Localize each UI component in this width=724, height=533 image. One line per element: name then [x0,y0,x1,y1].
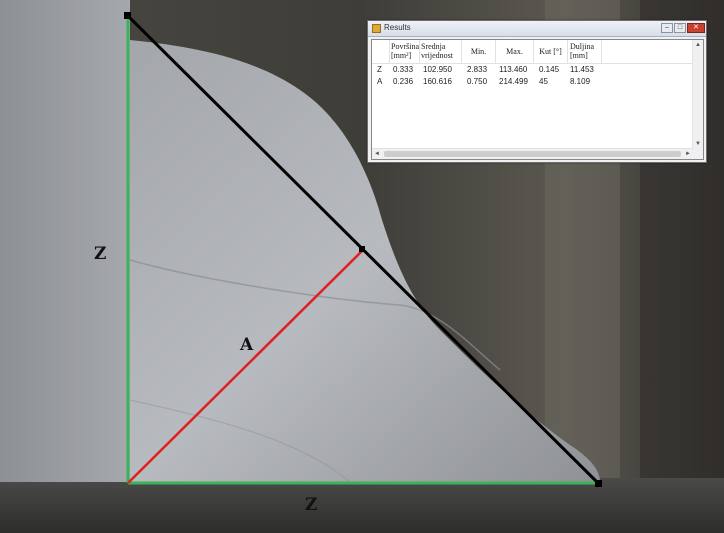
cell-mean: 160.616 [423,77,452,86]
cell-area: 0.236 [393,77,414,86]
hypotenuse-end-handle[interactable] [124,12,131,19]
vertical-scrollbar[interactable]: ▲ ▼ [692,40,703,159]
cell-name: Z [377,65,382,74]
column-header-text: [mm²] [391,51,412,60]
results-window[interactable]: Results – □ ✕ Površina [mm²] Srednja vri… [367,20,707,163]
maximize-button[interactable]: □ [674,23,686,33]
app-icon [372,24,381,33]
scroll-right-icon[interactable]: ► [683,149,693,159]
cell-name: A [377,77,383,86]
column-header-mean[interactable]: Srednja vrijednost [420,40,462,63]
cell-length: 8.109 [570,77,591,86]
throat-end-handle[interactable] [359,246,365,252]
results-table[interactable]: Površina [mm²] Srednja vrijednost Min. M… [371,39,704,160]
column-header-text: Površina [391,42,419,51]
column-header-text: Duljina [570,42,594,51]
column-header-text: [mm] [570,51,588,60]
cell-mean: 102.950 [423,65,452,74]
table-header: Površina [mm²] Srednja vrijednost Min. M… [372,40,703,64]
cell-max: 113.460 [499,65,528,74]
column-header-name[interactable] [372,40,390,63]
cell-angle: 45 [539,77,548,86]
column-header-min[interactable]: Min. [462,40,496,63]
column-header-text: vrijednost [421,51,453,60]
throat-label: A [240,335,254,355]
close-button[interactable]: ✕ [687,23,705,33]
cell-min: 2.833 [467,65,488,74]
scroll-left-icon[interactable]: ◄ [372,149,382,159]
column-header-angle[interactable]: Kut [°] [534,40,568,63]
horizontal-scrollbar[interactable]: ◄ ► [372,148,693,159]
cell-angle: 0.145 [539,65,560,74]
column-header-length[interactable]: Duljina [mm] [568,40,602,63]
scroll-thumb[interactable] [384,151,681,157]
column-header-text: Srednja [421,42,446,51]
window-title: Results [384,23,411,32]
cell-area: 0.333 [393,65,414,74]
cell-min: 0.750 [467,77,488,86]
column-header-text: Min. [470,47,487,56]
column-header-text: Kut [°] [539,47,562,56]
scroll-up-icon[interactable]: ▲ [693,40,703,50]
column-header-text: Max. [506,47,523,56]
leg-label-left: Z [94,244,107,264]
cell-length: 11.453 [570,65,594,74]
window-titlebar[interactable]: Results – □ ✕ [368,21,706,37]
column-header-max[interactable]: Max. [496,40,534,63]
column-header-area[interactable]: Površina [mm²] [390,40,420,63]
hypotenuse-end-handle[interactable] [595,480,602,487]
cell-max: 214.499 [499,77,528,86]
table-row[interactable]: A 0.236 160.616 0.750 214.499 45 8.109 [372,76,692,88]
leg-label-bottom: Z [305,495,318,515]
scroll-down-icon[interactable]: ▼ [693,139,703,149]
minimize-button[interactable]: – [661,23,673,33]
table-row[interactable]: Z 0.333 102.950 2.833 113.460 0.145 11.4… [372,64,692,76]
